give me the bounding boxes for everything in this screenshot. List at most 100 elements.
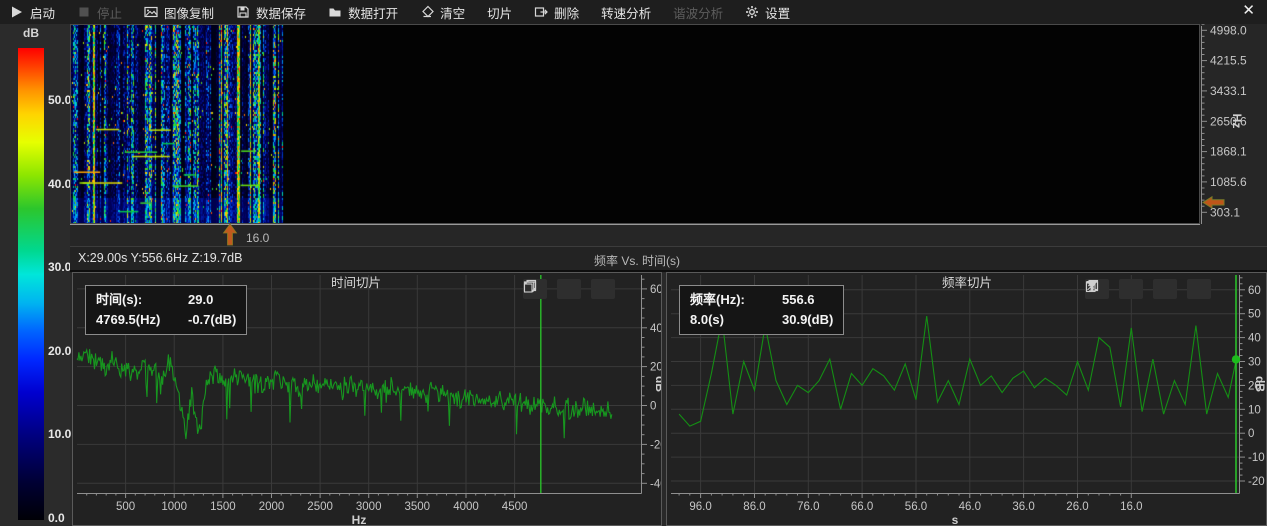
spectro-ytick-label: 1085.6 <box>1210 175 1247 189</box>
yaxis-unit: dB <box>653 376 661 392</box>
spectro-ytick-label: 3433.1 <box>1210 84 1247 98</box>
toolbar-button-speed-analysis[interactable]: 转速分析 <box>601 3 651 22</box>
tooltip-value: 30.9(dB) <box>782 310 833 330</box>
ytick-label: -40 <box>650 478 661 490</box>
tooltip-value: 556.6 <box>782 290 815 310</box>
eraser-icon <box>420 5 434 19</box>
xtick-label: 56.0 <box>905 501 927 513</box>
tooltip-value: -0.7(dB) <box>188 310 236 330</box>
image-copy-button[interactable] <box>1119 279 1143 299</box>
xtick-label: 66.0 <box>851 501 873 513</box>
xtick-label: 1000 <box>161 501 187 513</box>
ytick-label: 60 <box>1248 285 1261 297</box>
slice-charts-row: 50010001500200025003000350040004500Hz604… <box>70 272 1267 526</box>
db-colorbar-legend: dB 50.040.030.020.010.00.0 <box>0 24 70 526</box>
toolbar-button-settings[interactable]: 设置 <box>745 3 790 22</box>
yaxis-unit: dB <box>1253 376 1266 392</box>
gear-icon <box>745 5 759 19</box>
time-slice-toolbar <box>523 279 615 299</box>
folder-icon <box>328 5 342 19</box>
time-marker-arrow <box>224 224 237 245</box>
toolbar-button-label: 谐波分析 <box>673 3 723 22</box>
save-icon <box>236 5 250 19</box>
tooltip-row: 4769.5(Hz)-0.7(dB) <box>96 310 236 330</box>
time-slice-panel: 50010001500200025003000350040004500Hz604… <box>72 272 662 526</box>
toolbar-items: 启动 停止 图像复制 数据保存 数据打开 清空 切片 删除 转速分析 谐波分析 设置 <box>0 3 790 22</box>
toolbar-button-image-copy[interactable]: 图像复制 <box>144 3 214 22</box>
xtick-label: 2500 <box>307 501 333 513</box>
tooltip-label: 时间(s): <box>96 290 188 310</box>
freq-slice-toolbar <box>1085 279 1211 299</box>
xtick-label: 26.0 <box>1066 501 1088 513</box>
xtick-label: 3000 <box>356 501 382 513</box>
toolbar-button-clear[interactable]: 清空 <box>420 3 465 22</box>
toolbar-button-start[interactable]: 启动 <box>10 3 55 22</box>
xaxis-unit: s <box>952 513 959 525</box>
toolbar-button-label: 删除 <box>554 3 579 22</box>
xtick-label: 4000 <box>453 501 479 513</box>
app-window: 启动 停止 图像复制 数据保存 数据打开 清空 切片 删除 转速分析 谐波分析 设置 ✕ dB 50… <box>0 0 1267 526</box>
toolbar-button-label: 停止 <box>97 3 122 22</box>
xaxis-unit: Hz <box>352 513 367 525</box>
spectro-ytick-label: 4998.0 <box>1210 24 1247 37</box>
spectrogram-axis: 4998.04215.53433.12650.61868.11085.6303.… <box>70 24 1267 246</box>
ytick-label: 40 <box>650 323 661 335</box>
tooltip-row: 时间(s):29.0 <box>96 290 236 310</box>
colorbar-tick-label: 20.0 <box>48 344 71 358</box>
freq-slice-tooltip: 频率(Hz):556.68.0(s)30.9(dB) <box>679 285 844 335</box>
close-button[interactable]: ✕ <box>1242 1 1255 19</box>
chart-title: 时间切片 <box>331 276 381 290</box>
xtick-label: 76.0 <box>797 501 819 513</box>
ytick-label: 10 <box>1248 404 1261 416</box>
ytick-label: 0 <box>1248 428 1254 440</box>
ytick-label: -20 <box>650 439 661 451</box>
image-copy-button[interactable] <box>557 279 581 299</box>
toolbar-button-harmonic-analysis: 谐波分析 <box>673 3 723 22</box>
ytick-label: 20 <box>650 362 661 374</box>
tooltip-label: 8.0(s) <box>690 310 782 330</box>
toolbar-button-stop: 停止 <box>77 3 122 22</box>
colorbar-tick-label: 30.0 <box>48 260 71 274</box>
tooltip-row: 8.0(s)30.9(dB) <box>690 310 833 330</box>
time-marker-label: 16.0 <box>246 231 270 245</box>
xtick-label: 1500 <box>210 501 236 513</box>
xtick-label: 46.0 <box>959 501 981 513</box>
spectro-yaxis-unit: Hz <box>1230 114 1244 129</box>
xtick-label: 2000 <box>259 501 285 513</box>
colorbar-gradient <box>18 48 44 520</box>
tooltip-label: 频率(Hz): <box>690 290 782 310</box>
toolbar-button-data-open[interactable]: 数据打开 <box>328 3 398 22</box>
toolbar-button-slice[interactable]: 切片 <box>487 3 512 22</box>
toolbar-button-label: 图像复制 <box>164 3 214 22</box>
cursor-readout: X:29.00s Y:556.6Hz Z:19.7dB <box>78 251 242 265</box>
xtick-label: 16.0 <box>1120 501 1142 513</box>
ytick-label: 50 <box>1248 309 1261 321</box>
ytick-label: -10 <box>1248 452 1265 464</box>
toolbar-button-delete[interactable]: 删除 <box>534 3 579 22</box>
status-bar: X:29.00s Y:556.6Hz Z:19.7dB 频率 Vs. 时间(s) <box>70 246 1267 272</box>
spectro-ytick-label: 1868.1 <box>1210 145 1247 159</box>
ytick-label: 0 <box>650 401 656 413</box>
filter-button[interactable] <box>1187 279 1211 299</box>
spectro-ytick-label: 303.1 <box>1210 205 1240 219</box>
toolbar-button-label: 设置 <box>765 3 790 22</box>
ytick-label: 60 <box>650 284 661 296</box>
cursor-button[interactable] <box>1153 279 1177 299</box>
spectro-ytick-label: 4215.5 <box>1210 54 1247 68</box>
trace-line <box>77 349 612 439</box>
layers-button[interactable] <box>591 279 615 299</box>
play-icon <box>10 5 24 19</box>
toolbar-button-label: 切片 <box>487 3 512 22</box>
chart-title: 频率切片 <box>942 275 992 290</box>
xtick-label: 500 <box>116 501 135 513</box>
colorbar-tick-label: 40.0 <box>48 177 71 191</box>
colorbar-tick-label: 50.0 <box>48 93 71 107</box>
xtick-label: 3500 <box>405 501 431 513</box>
ytick-label: 30 <box>1248 357 1261 369</box>
ytick-label: 40 <box>1248 333 1261 345</box>
spectrogram-panel: 4998.04215.53433.12650.61868.11085.6303.… <box>70 24 1267 246</box>
freq-slice-panel: 96.086.076.066.056.046.036.026.016.0s605… <box>666 272 1267 526</box>
toolbar-button-data-save[interactable]: 数据保存 <box>236 3 306 22</box>
xtick-label: 96.0 <box>689 501 711 513</box>
tooltip-label: 4769.5(Hz) <box>96 310 188 330</box>
